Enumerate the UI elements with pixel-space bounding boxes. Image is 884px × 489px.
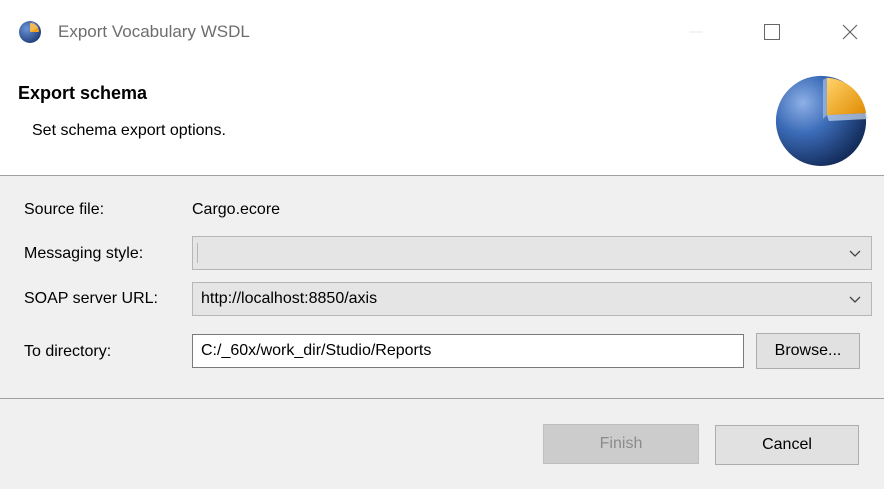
- maximize-button[interactable]: [752, 16, 792, 48]
- soap-server-url-label: SOAP server URL:: [24, 290, 158, 307]
- wizard-header: [0, 62, 884, 176]
- chevron-down-icon[interactable]: [847, 289, 863, 309]
- text-caret: [197, 243, 198, 263]
- chevron-down-icon[interactable]: [847, 243, 863, 263]
- messaging-style-select[interactable]: [192, 236, 872, 270]
- source-file-value: Cargo.ecore: [192, 201, 281, 218]
- source-file-label: Source file:: [24, 201, 105, 218]
- app-logo-icon: [19, 21, 41, 43]
- to-directory-label: To directory:: [24, 343, 112, 360]
- to-directory-field[interactable]: [192, 334, 744, 368]
- browse-button[interactable]: Browse...: [756, 333, 860, 369]
- soap-server-url-select[interactable]: http://localhost:8850/axis: [192, 282, 872, 316]
- cancel-button[interactable]: Cancel: [715, 425, 859, 465]
- window-title: Export Vocabulary WSDL: [58, 22, 250, 41]
- close-icon: [842, 24, 858, 40]
- close-button[interactable]: [830, 16, 870, 48]
- maximize-icon: [764, 24, 780, 40]
- wizard-banner-icon: [775, 75, 869, 167]
- footer-divider: [0, 398, 884, 399]
- minimize-icon: [689, 31, 703, 33]
- soap-server-url-value: http://localhost:8850/axis: [201, 290, 378, 307]
- page-title: Export schema: [18, 83, 148, 103]
- to-directory-input[interactable]: [193, 335, 743, 367]
- title-bar: Export Vocabulary WSDL: [0, 0, 884, 62]
- finish-button[interactable]: Finish: [543, 424, 699, 464]
- page-description: Set schema export options.: [32, 122, 226, 139]
- minimize-button[interactable]: [676, 16, 716, 48]
- dialog-window: Export Vocabulary WSDL Export schema Set…: [0, 0, 884, 489]
- messaging-style-label: Messaging style:: [24, 245, 144, 262]
- header-divider: [0, 175, 884, 176]
